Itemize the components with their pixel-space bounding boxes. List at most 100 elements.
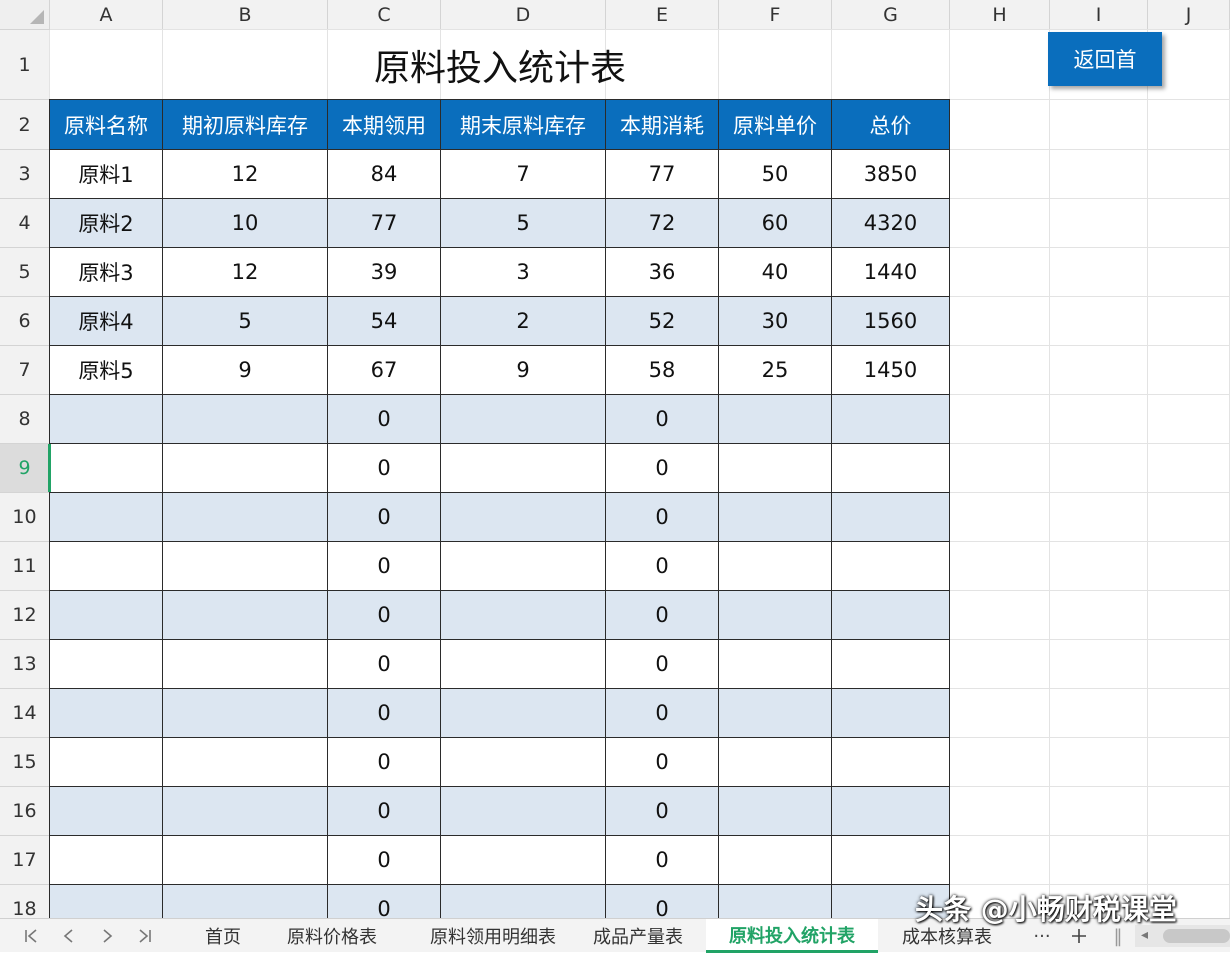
table-cell[interactable]: [441, 738, 606, 787]
table-cell[interactable]: 原料2: [50, 199, 163, 248]
table-cell[interactable]: 0: [328, 444, 441, 493]
table-cell[interactable]: 0: [606, 689, 719, 738]
table-cell[interactable]: [50, 787, 163, 836]
row-header-8[interactable]: 8: [0, 395, 50, 444]
table-cell[interactable]: 5: [163, 297, 328, 346]
column-header-a[interactable]: A: [50, 0, 163, 30]
table-cell[interactable]: [832, 787, 950, 836]
table-cell[interactable]: 9: [441, 346, 606, 395]
table-cell[interactable]: [832, 493, 950, 542]
table-cell[interactable]: [163, 444, 328, 493]
row-header-1[interactable]: 1: [0, 30, 50, 100]
row-header-13[interactable]: 13: [0, 640, 50, 689]
table-cell[interactable]: 2: [441, 297, 606, 346]
table-cell[interactable]: [441, 542, 606, 591]
table-cell[interactable]: 0: [328, 689, 441, 738]
table-cell[interactable]: [719, 836, 832, 885]
table-cell[interactable]: [50, 738, 163, 787]
table-header-cell[interactable]: 原料单价: [719, 100, 832, 150]
table-cell[interactable]: [50, 836, 163, 885]
table-cell[interactable]: [832, 836, 950, 885]
table-header-cell[interactable]: 总价: [832, 100, 950, 150]
table-cell[interactable]: [441, 591, 606, 640]
table-cell[interactable]: [719, 885, 832, 918]
table-cell[interactable]: [50, 591, 163, 640]
table-cell[interactable]: 原料3: [50, 248, 163, 297]
table-cell[interactable]: [50, 640, 163, 689]
row-header-9[interactable]: 9: [0, 444, 50, 493]
row-header-18[interactable]: 18: [0, 885, 50, 918]
table-header-cell[interactable]: 期末原料库存: [441, 100, 606, 150]
column-header-j[interactable]: J: [1148, 0, 1230, 30]
table-cell[interactable]: 原料1: [50, 150, 163, 199]
horizontal-scrollbar[interactable]: ◂: [1135, 925, 1230, 947]
row-header-5[interactable]: 5: [0, 248, 50, 297]
table-cell[interactable]: 25: [719, 346, 832, 395]
table-cell[interactable]: 3: [441, 248, 606, 297]
sheet-tab[interactable]: 原料投入统计表: [706, 919, 878, 953]
table-cell[interactable]: [50, 542, 163, 591]
table-cell[interactable]: 1450: [832, 346, 950, 395]
table-cell[interactable]: [719, 738, 832, 787]
table-cell[interactable]: [163, 787, 328, 836]
table-cell[interactable]: 0: [328, 395, 441, 444]
table-cell[interactable]: 0: [606, 444, 719, 493]
table-cell[interactable]: [832, 444, 950, 493]
column-header-d[interactable]: D: [441, 0, 606, 30]
table-cell[interactable]: 58: [606, 346, 719, 395]
table-cell[interactable]: [719, 493, 832, 542]
table-cell[interactable]: 72: [606, 199, 719, 248]
table-cell[interactable]: 0: [328, 542, 441, 591]
prev-sheet-icon[interactable]: [52, 919, 86, 953]
sheet-tab[interactable]: 成品产量表: [574, 919, 702, 953]
scroll-left-icon[interactable]: ◂: [1141, 927, 1148, 943]
table-cell[interactable]: [832, 591, 950, 640]
sheet-tab[interactable]: 原料领用明细表: [408, 919, 578, 953]
table-cell[interactable]: 1560: [832, 297, 950, 346]
column-header-i[interactable]: I: [1050, 0, 1148, 30]
column-header-e[interactable]: E: [606, 0, 719, 30]
table-cell[interactable]: [832, 738, 950, 787]
table-cell[interactable]: 7: [441, 150, 606, 199]
table-cell[interactable]: 0: [606, 493, 719, 542]
table-cell[interactable]: [163, 542, 328, 591]
table-cell[interactable]: [832, 395, 950, 444]
table-cell[interactable]: 1440: [832, 248, 950, 297]
table-cell[interactable]: [441, 395, 606, 444]
table-header-cell[interactable]: 原料名称: [50, 100, 163, 150]
table-cell[interactable]: 30: [719, 297, 832, 346]
table-cell[interactable]: 67: [328, 346, 441, 395]
table-cell[interactable]: [719, 591, 832, 640]
table-header-cell[interactable]: 期初原料库存: [163, 100, 328, 150]
row-header-12[interactable]: 12: [0, 591, 50, 640]
row-header-2[interactable]: 2: [0, 100, 50, 150]
table-cell[interactable]: 0: [328, 738, 441, 787]
table-cell[interactable]: 54: [328, 297, 441, 346]
table-cell[interactable]: [441, 640, 606, 689]
table-cell[interactable]: 39: [328, 248, 441, 297]
row-header-16[interactable]: 16: [0, 787, 50, 836]
table-cell[interactable]: [832, 640, 950, 689]
row-header-3[interactable]: 3: [0, 150, 50, 199]
table-cell[interactable]: 0: [606, 836, 719, 885]
table-cell[interactable]: 0: [606, 542, 719, 591]
table-cell[interactable]: 3850: [832, 150, 950, 199]
row-header-10[interactable]: 10: [0, 493, 50, 542]
row-header-17[interactable]: 17: [0, 836, 50, 885]
table-cell[interactable]: 77: [328, 199, 441, 248]
table-cell[interactable]: 0: [328, 591, 441, 640]
table-cell[interactable]: [832, 542, 950, 591]
table-cell[interactable]: 36: [606, 248, 719, 297]
last-sheet-icon[interactable]: [128, 919, 162, 953]
select-all-corner[interactable]: [0, 0, 50, 30]
table-cell[interactable]: [163, 640, 328, 689]
table-cell[interactable]: [163, 689, 328, 738]
table-cell[interactable]: [50, 444, 163, 493]
table-cell[interactable]: [163, 836, 328, 885]
first-sheet-icon[interactable]: [14, 919, 48, 953]
table-cell[interactable]: [719, 787, 832, 836]
table-cell[interactable]: [163, 591, 328, 640]
table-cell[interactable]: [50, 395, 163, 444]
table-cell[interactable]: 9: [163, 346, 328, 395]
table-cell[interactable]: [441, 444, 606, 493]
